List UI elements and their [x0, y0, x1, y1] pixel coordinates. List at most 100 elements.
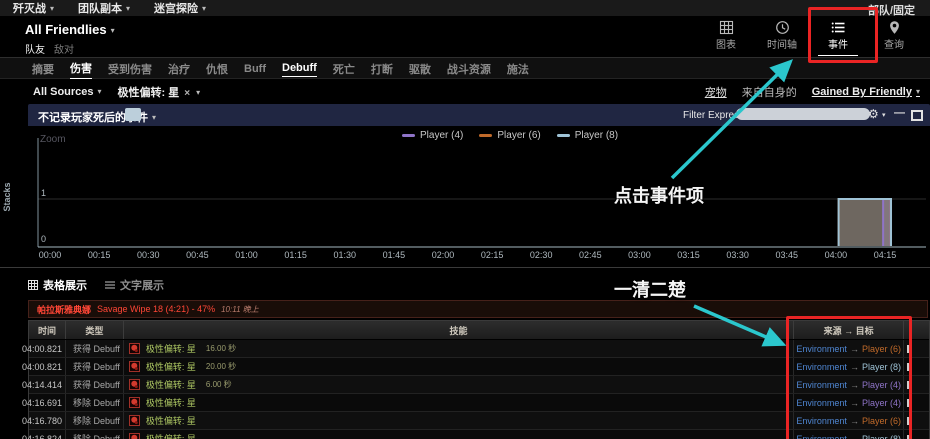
event-ability: 极性偏转: 星 16.00 秒	[124, 340, 795, 357]
source-link[interactable]: Environment	[796, 398, 847, 408]
gear-icon[interactable]: ⚙	[868, 107, 879, 121]
table-display-button[interactable]: 表格展示	[28, 277, 87, 293]
minimize-icon[interactable]: —	[894, 107, 905, 119]
source-link[interactable]: Environment	[796, 380, 847, 390]
target-link[interactable]: Player (8)	[862, 434, 901, 439]
event-type: 移除 Debuff	[66, 412, 124, 429]
filter-row-left: All Sources ▾ 极性偏转: 星 × ▾	[33, 84, 200, 100]
tab-healing[interactable]: 治疗	[168, 58, 190, 79]
text-display-label: 文字展示	[120, 280, 164, 292]
source-target-cell: Environment → Player (8)	[794, 358, 905, 375]
caret-down-icon: ▾	[110, 26, 115, 35]
page-title[interactable]: All Friendlies ▾	[25, 22, 115, 37]
table-row[interactable]: 04:00.821 获得 Debuff 极性偏转: 星 20.00 秒 Environm…	[22, 358, 929, 376]
source-target-cell: Environment → Player (8)	[794, 430, 905, 439]
spell-link[interactable]: 极性偏转: 星	[146, 342, 196, 355]
col-header-type[interactable]: 类型	[66, 321, 124, 339]
sources-dropdown[interactable]: All Sources ▾	[33, 86, 102, 98]
target-link[interactable]: Player (4)	[862, 380, 901, 390]
spell-link[interactable]: 极性偏转: 星	[146, 378, 196, 391]
spell-link[interactable]: 极性偏转: 星	[146, 396, 196, 409]
view-events-button[interactable]: 事件	[810, 19, 866, 56]
stacks-chart[interactable]: Player (4) Player (6) Player (8) Zoom St…	[0, 126, 930, 267]
view-timeline-label: 时间轴	[767, 40, 797, 51]
tab-resources[interactable]: 战斗资源	[447, 58, 491, 79]
clipped-column-cell	[904, 376, 929, 393]
pets-toggle[interactable]: 宠物	[705, 84, 727, 100]
source-link[interactable]: Environment	[796, 362, 847, 372]
tab-threat[interactable]: 仇恨	[206, 58, 228, 79]
x-tick-label: 00:30	[136, 250, 160, 260]
target-link[interactable]: Player (4)	[862, 398, 901, 408]
view-charts-label: 图表	[716, 40, 736, 51]
spell-link[interactable]: 极性偏转: 星	[146, 432, 196, 439]
spell-link[interactable]: 极性偏转: 星	[146, 414, 196, 427]
from-self-toggle[interactable]: 来自自身的	[742, 84, 797, 100]
event-ability: 极性偏转: 星	[124, 394, 795, 411]
tab-damage-done[interactable]: 伤害	[70, 57, 92, 79]
event-time: 04:00.821	[22, 358, 66, 375]
source-target-cell: Environment → Player (4)	[794, 376, 905, 393]
text-display-button[interactable]: 文字展示	[105, 277, 164, 293]
table-row[interactable]: 04:14.414 获得 Debuff 极性偏转: 星 6.00 秒 Environme…	[22, 376, 929, 394]
gained-by-dropdown[interactable]: Gained By Friendly ▾	[812, 86, 920, 98]
col-header-source-target[interactable]: 来源 → 目标	[794, 321, 905, 339]
clipped-content	[907, 434, 911, 439]
view-queries-button[interactable]: 查询	[866, 19, 922, 56]
clipped-column-cell	[904, 358, 929, 375]
color-swatch[interactable]	[125, 108, 141, 121]
source-target-cell: Environment → Player (4)	[794, 394, 905, 411]
caret-down-icon: ▾	[152, 113, 157, 122]
nav-annihilation[interactable]: 歼灭战 ▾	[13, 0, 54, 16]
x-tick-label: 00:45	[186, 250, 209, 260]
view-switcher: 图表 时间轴 事件 查询	[698, 19, 922, 56]
target-link[interactable]: Player (6)	[862, 344, 901, 354]
debuff-spell-icon	[128, 415, 140, 426]
tab-summary[interactable]: 摘要	[32, 58, 54, 79]
annotation-click-events: 点击事件项	[614, 186, 704, 206]
fight-title-bar[interactable]: 帕拉斯雅典娜 Savage Wipe 18 (4:21) - 47% 10:11…	[28, 300, 928, 318]
subtab-friendlies[interactable]: 队友	[25, 41, 45, 56]
x-tick-label: 03:45	[775, 250, 799, 260]
source-link[interactable]: Environment	[796, 416, 847, 426]
remove-filter-icon[interactable]: ×	[184, 88, 190, 99]
source-target-cell: Environment → Player (6)	[794, 340, 905, 357]
event-time: 04:00.821	[22, 340, 66, 357]
tab-damage-taken[interactable]: 受到伤害	[108, 58, 152, 79]
spell-filter-chip[interactable]: 极性偏转: 星 × ▾	[118, 84, 201, 100]
tab-casts[interactable]: 施法	[507, 58, 529, 79]
source-link[interactable]: Environment	[796, 344, 847, 354]
col-header-time[interactable]: 时间	[29, 321, 66, 339]
chart-plot-svg	[37, 138, 926, 248]
filter-expression-input[interactable]	[736, 108, 870, 120]
tab-dispels[interactable]: 驱散	[409, 58, 431, 79]
table-row[interactable]: 04:16.780 移除 Debuff 极性偏转: 星 Environment → Pla…	[22, 412, 929, 430]
table-row[interactable]: 04:16.824 移除 Debuff 极性偏转: 星 Environment → Pla…	[22, 430, 929, 439]
caret-down-icon: ▾	[126, 4, 131, 13]
source-link[interactable]: Environment	[796, 434, 847, 439]
x-tick-label: 01:15	[284, 250, 307, 260]
table-row[interactable]: 04:16.691 移除 Debuff 极性偏转: 星 Environment → Pla…	[22, 394, 929, 412]
maximize-icon[interactable]	[911, 110, 923, 121]
x-tick-label: 04:15	[873, 250, 897, 260]
debuff-duration: 6.00 秒	[205, 380, 232, 389]
target-link[interactable]: Player (6)	[862, 416, 901, 426]
tab-debuffs[interactable]: Debuff	[282, 59, 317, 77]
nav-dungeons[interactable]: 迷宫探险 ▾	[154, 0, 206, 16]
guild-team-label[interactable]: 部队/固定	[868, 2, 930, 18]
tab-buffs[interactable]: Buff	[244, 60, 266, 77]
view-charts-button[interactable]: 图表	[698, 19, 754, 56]
tab-deaths[interactable]: 死亡	[333, 58, 355, 79]
debuff-spell-icon	[128, 379, 140, 390]
view-timeline-button[interactable]: 时间轴	[754, 19, 810, 56]
x-tick-label: 00:15	[87, 250, 111, 260]
pin-icon	[866, 19, 922, 35]
table-row[interactable]: 04:00.821 获得 Debuff 极性偏转: 星 16.00 秒 Environm…	[22, 340, 929, 358]
clipped-content	[907, 380, 911, 389]
col-header-ability[interactable]: 技能	[124, 321, 795, 339]
target-link[interactable]: Player (8)	[862, 362, 901, 372]
nav-raids[interactable]: 团队副本 ▾	[78, 0, 130, 16]
subtab-enemies[interactable]: 敌对	[54, 41, 74, 56]
tab-interrupts[interactable]: 打断	[371, 58, 393, 79]
spell-link[interactable]: 极性偏转: 星	[146, 360, 196, 373]
